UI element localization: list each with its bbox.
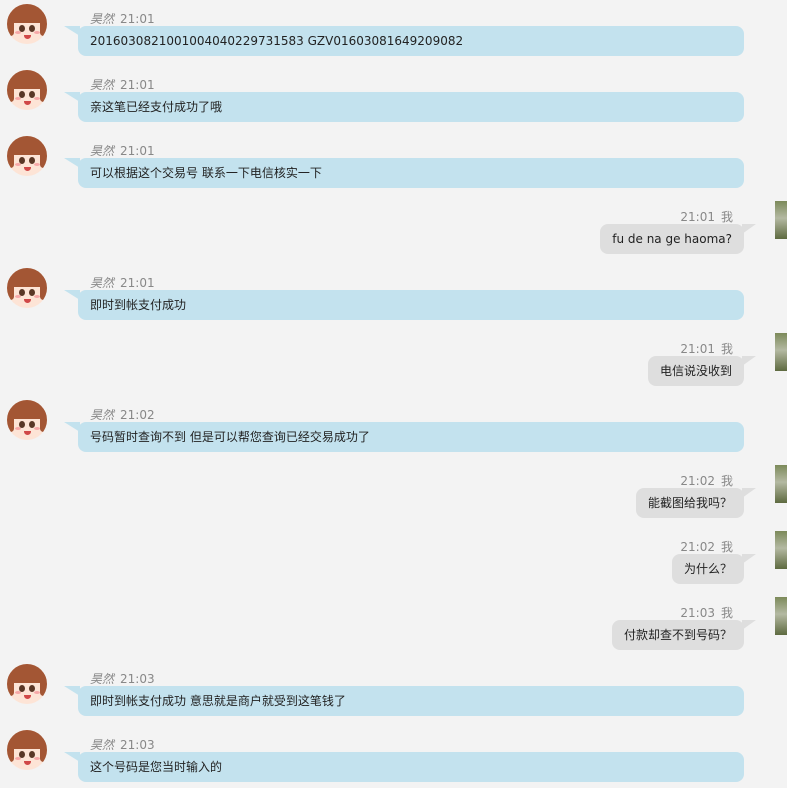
message-bubble: 付款却查不到号码？ bbox=[611, 620, 757, 650]
contact-avatar[interactable] bbox=[7, 4, 47, 44]
sender-name: 我 bbox=[720, 210, 733, 224]
message-meta: 21:02 我 bbox=[680, 473, 733, 489]
message-bubble: 号码暂时查询不到 但是可以帮您查询已经交易成功了 bbox=[64, 422, 744, 452]
message-bubble: fu de na ge haoma? bbox=[600, 224, 756, 254]
contact-avatar[interactable] bbox=[7, 400, 47, 440]
sender-name: 昊然 bbox=[90, 144, 115, 158]
sender-name: 我 bbox=[720, 474, 733, 488]
contact-avatar[interactable] bbox=[7, 268, 47, 308]
sender-name: 昊然 bbox=[90, 12, 115, 26]
message-meta: 昊然 21:01 bbox=[90, 77, 155, 93]
user-avatar[interactable] bbox=[775, 465, 787, 503]
message-bubble: 2016030821001004040229731583 GZV01603081… bbox=[64, 26, 744, 56]
message-time: 21:02 bbox=[680, 474, 715, 488]
message-bubble: 可以根据这个交易号 联系一下电信核实一下 bbox=[64, 158, 744, 188]
message-meta: 昊然 21:01 bbox=[90, 11, 155, 27]
message-bubble: 亲这笔已经支付成功了哦 bbox=[64, 92, 744, 122]
message-bubble: 即时到帐支付成功 意思就是商户就受到这笔钱了 bbox=[64, 686, 744, 716]
sender-name: 昊然 bbox=[90, 276, 115, 290]
message-time: 21:01 bbox=[680, 210, 715, 224]
sender-name: 我 bbox=[720, 606, 733, 620]
user-avatar[interactable] bbox=[775, 531, 787, 569]
contact-avatar[interactable] bbox=[7, 70, 47, 110]
sender-name: 我 bbox=[720, 540, 733, 554]
contact-avatar[interactable] bbox=[7, 664, 47, 704]
message-bubble: 即时到帐支付成功 bbox=[64, 290, 744, 320]
contact-avatar[interactable] bbox=[7, 136, 47, 176]
message-meta: 昊然 21:02 bbox=[90, 407, 155, 423]
sender-name: 我 bbox=[720, 342, 733, 356]
message-time: 21:03 bbox=[120, 738, 155, 752]
sender-name: 昊然 bbox=[90, 408, 115, 422]
sender-name: 昊然 bbox=[90, 78, 115, 92]
message-time: 21:01 bbox=[680, 342, 715, 356]
message-meta: 昊然 21:01 bbox=[90, 275, 155, 291]
message-bubble: 为什么？ bbox=[671, 554, 757, 584]
message-time: 21:01 bbox=[120, 12, 155, 26]
user-avatar[interactable] bbox=[775, 597, 787, 635]
message-meta: 21:01 我 bbox=[680, 341, 733, 357]
message-meta: 昊然 21:03 bbox=[90, 671, 155, 687]
sender-name: 昊然 bbox=[90, 672, 115, 686]
message-bubble: 能截图给我吗？ bbox=[635, 488, 757, 518]
message-time: 21:02 bbox=[680, 540, 715, 554]
message-time: 21:01 bbox=[120, 144, 155, 158]
message-time: 21:01 bbox=[120, 78, 155, 92]
message-meta: 21:01 我 bbox=[680, 209, 733, 225]
message-time: 21:03 bbox=[120, 672, 155, 686]
message-time: 21:01 bbox=[120, 276, 155, 290]
message-bubble: 这个号码是您当时输入的 bbox=[64, 752, 744, 782]
message-meta: 昊然 21:03 bbox=[90, 737, 155, 753]
message-meta: 昊然 21:01 bbox=[90, 143, 155, 159]
message-time: 21:02 bbox=[120, 408, 155, 422]
message-meta: 21:03 我 bbox=[680, 605, 733, 621]
user-avatar[interactable] bbox=[775, 201, 787, 239]
sender-name: 昊然 bbox=[90, 738, 115, 752]
message-time: 21:03 bbox=[680, 606, 715, 620]
message-bubble: 电信说没收到 bbox=[647, 356, 757, 386]
contact-avatar[interactable] bbox=[7, 730, 47, 770]
user-avatar[interactable] bbox=[775, 333, 787, 371]
message-meta: 21:02 我 bbox=[680, 539, 733, 555]
chat-message-list: 昊然 21:01 2016030821001004040229731583 GZV0… bbox=[0, 0, 787, 788]
